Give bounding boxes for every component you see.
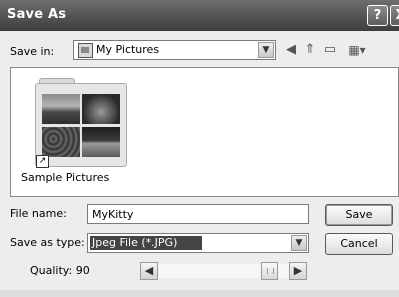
help-button[interactable]: ?	[367, 5, 388, 26]
file-name-label: File name:	[10, 207, 67, 220]
cancel-button[interactable]: Cancel	[325, 233, 393, 255]
slider-left-arrow-icon[interactable]: ◀	[140, 262, 158, 280]
folder-item-sample-pictures[interactable]: ↗	[35, 78, 127, 168]
file-list[interactable]: ↗ Sample Pictures	[10, 67, 399, 197]
save-in-row: Save in: My Pictures ▼ ◀ ⇑ ▭ ▦▾	[0, 37, 399, 63]
new-folder-icon[interactable]: ▭	[322, 42, 338, 58]
dialog-title: Save As	[7, 7, 67, 22]
save-in-value: My Pictures	[96, 43, 160, 56]
close-button[interactable]: X	[390, 5, 399, 26]
folder-label: Sample Pictures	[21, 171, 110, 184]
chevron-down-icon[interactable]: ▼	[291, 235, 307, 251]
slider-right-arrow-icon[interactable]: ▶	[289, 262, 307, 280]
save-in-label: Save in:	[10, 45, 55, 58]
shortcut-arrow-icon: ↗	[36, 155, 49, 168]
pictures-folder-icon	[78, 43, 93, 58]
title-bar[interactable]: Save As ? X	[0, 0, 399, 31]
chevron-down-icon[interactable]: ▼	[258, 42, 274, 58]
shortcut-folder-icon: ↗	[35, 83, 127, 168]
thumbnail-sunset	[82, 94, 120, 124]
thumbnail-flowers	[42, 127, 80, 157]
up-folder-icon[interactable]: ⇑	[302, 42, 318, 58]
thumbnail-landscape	[42, 94, 80, 124]
save-as-type-dropdown[interactable]: Jpeg File (*.JPG) ▼	[87, 233, 309, 253]
views-menu-icon[interactable]: ▦▾	[345, 42, 369, 58]
bottom-edge	[0, 290, 399, 297]
quality-label: Quality: 90	[30, 264, 90, 277]
thumbnail-water	[82, 127, 120, 157]
save-as-dialog: Save As ? X Save in: My Pictures ▼ ◀ ⇑ ▭…	[0, 0, 399, 297]
quality-slider[interactable]: ◀ ▶	[140, 262, 307, 280]
save-as-type-label: Save as type:	[10, 236, 85, 249]
back-arrow-icon[interactable]: ◀	[283, 42, 299, 58]
slider-thumb[interactable]	[260, 262, 278, 280]
file-name-input[interactable]	[87, 204, 309, 224]
save-in-dropdown[interactable]: My Pictures ▼	[73, 40, 276, 60]
save-button[interactable]: Save	[325, 204, 393, 226]
save-as-type-value: Jpeg File (*.JPG)	[90, 236, 202, 250]
